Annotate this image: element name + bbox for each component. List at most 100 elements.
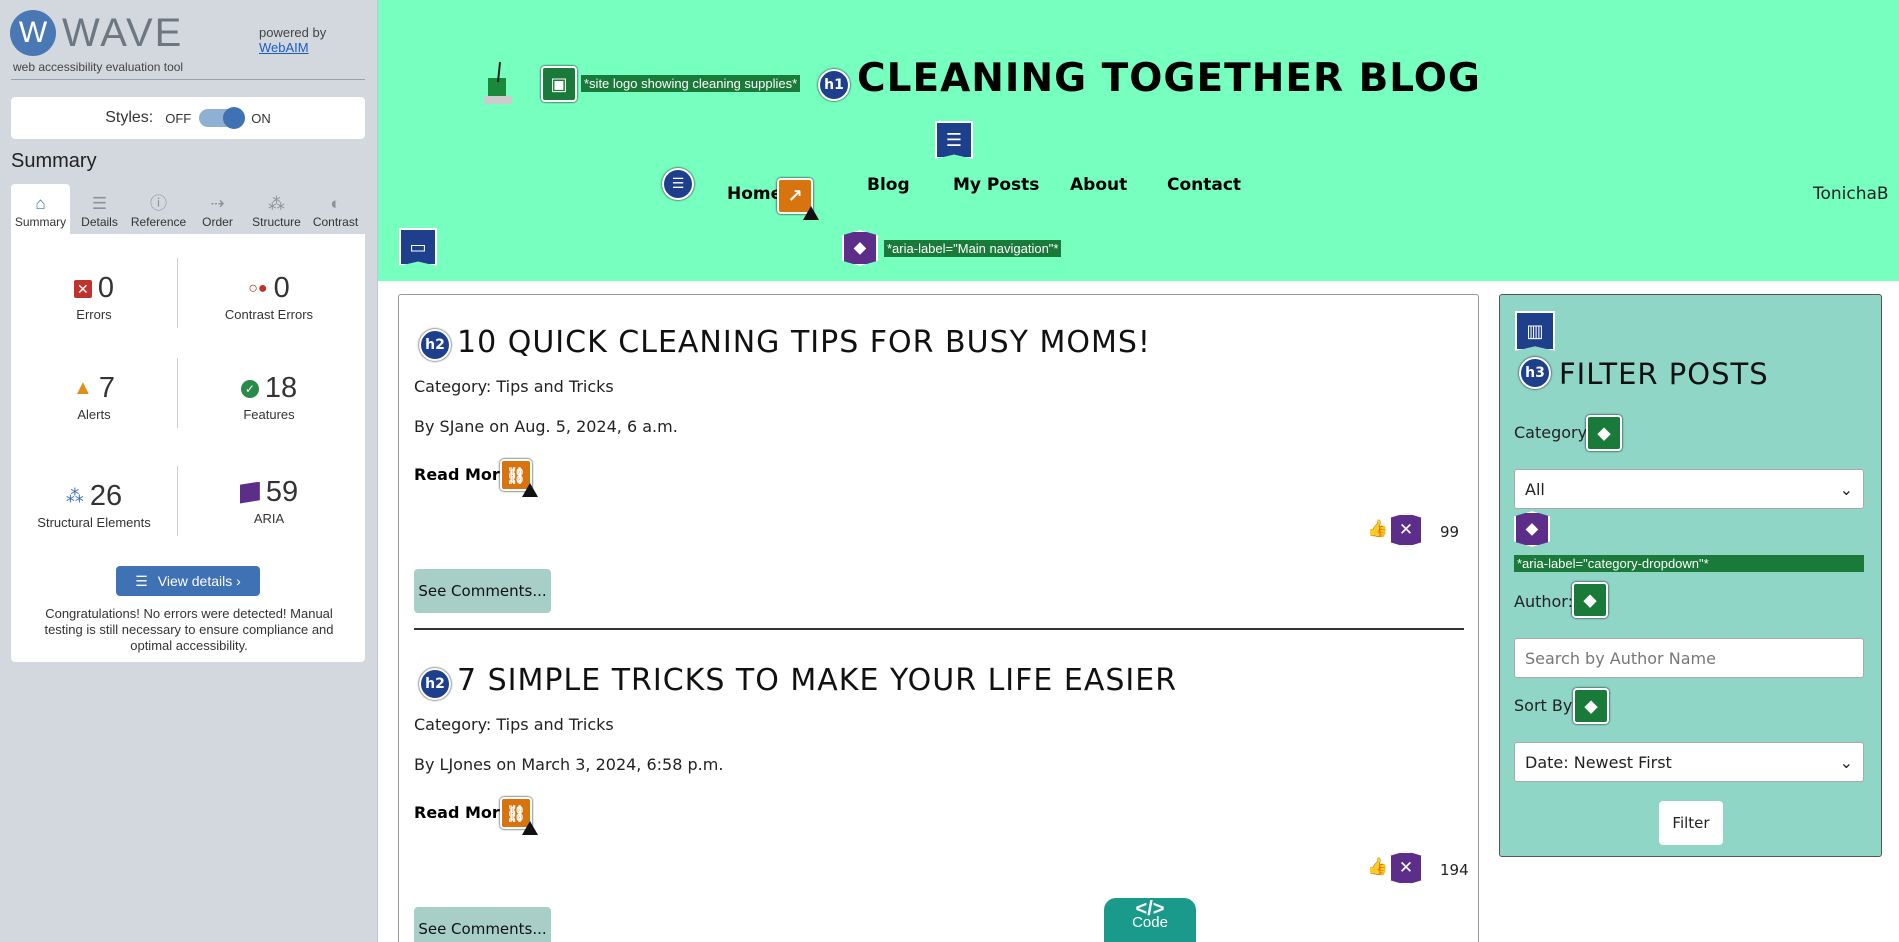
- see-comments-button[interactable]: See Comments...: [414, 569, 551, 613]
- header-region-icon[interactable]: ☰: [935, 121, 973, 159]
- form-label-icon[interactable]: ⬥: [1573, 688, 1609, 724]
- tab-label: Order: [202, 215, 233, 229]
- warning-icon: [522, 821, 538, 835]
- category-select[interactable]: All ⌄: [1514, 469, 1864, 509]
- post-divider: [414, 628, 1464, 630]
- stat-aria[interactable]: 59 ARIA: [189, 476, 349, 526]
- wave-logo-icon: W: [10, 10, 56, 56]
- code-toggle-button[interactable]: </> Code: [1104, 898, 1196, 942]
- nav-contact[interactable]: Contact: [1167, 175, 1241, 195]
- wave-name: WAVE: [62, 10, 184, 55]
- chevron-down-icon: ⌄: [1839, 479, 1853, 499]
- stat-alerts[interactable]: ▲ 7 Alerts: [14, 372, 174, 422]
- divider: [177, 466, 178, 536]
- tab-structure[interactable]: ⁂ Structure: [247, 184, 306, 234]
- heading-h2-icon[interactable]: h2: [419, 329, 451, 361]
- order-icon: ⇢: [210, 194, 225, 213]
- tab-contrast[interactable]: ◐ Contrast: [306, 184, 365, 234]
- styles-toggle[interactable]: [199, 107, 246, 129]
- image-alt-icon[interactable]: ▣: [541, 66, 577, 102]
- tab-label: Reference: [130, 215, 187, 229]
- like-icon[interactable]: 👍: [1367, 519, 1388, 539]
- tab-reference[interactable]: ⓘ Reference: [129, 184, 188, 234]
- read-more-link[interactable]: Read More: [414, 465, 511, 484]
- filter-button[interactable]: Filter: [1659, 801, 1723, 845]
- summary-title: Summary: [11, 150, 97, 172]
- nav-about[interactable]: About: [1070, 175, 1127, 195]
- stat-number: 26: [89, 480, 123, 512]
- post-title: 7 SIMPLE TRICKS TO MAKE YOUR LIFE EASIER: [457, 663, 1178, 698]
- sort-select[interactable]: Date: Newest First ⌄: [1514, 742, 1864, 782]
- sort-label: Sort By:: [1514, 696, 1577, 715]
- stat-label: ARIA: [253, 511, 285, 526]
- form-label-icon[interactable]: ⬥: [1572, 582, 1608, 618]
- tab-label: Structure: [252, 215, 301, 229]
- structure-icon: ⁂: [65, 486, 84, 506]
- form-label-icon[interactable]: ⬥: [1586, 415, 1622, 451]
- divider: [177, 358, 178, 428]
- read-more-link[interactable]: Read More: [414, 803, 511, 822]
- contrast-icon: ◐: [330, 194, 341, 213]
- redundant-link-icon[interactable]: ↗: [777, 178, 819, 220]
- filter-title: FILTER POSTS: [1559, 357, 1769, 391]
- stat-structural[interactable]: ⁂ 26 Structural Elements: [14, 480, 174, 530]
- tab-label: Contrast: [312, 215, 359, 229]
- tab-summary[interactable]: ⌂ Summary: [11, 184, 70, 234]
- see-comments-button[interactable]: See Comments...: [414, 907, 551, 942]
- cleaning-bucket-icon: [484, 61, 512, 104]
- view-details-button[interactable]: ☰ View details ›: [116, 566, 260, 596]
- wave-subtitle: web accessibility evaluation tool: [13, 60, 184, 74]
- aria-label-icon[interactable]: ⬥: [842, 230, 878, 266]
- view-details-label: View details ›: [157, 573, 241, 589]
- stat-number: 7: [98, 372, 115, 404]
- aria-label-icon[interactable]: ⬥: [1514, 511, 1550, 547]
- home-icon: ⌂: [35, 194, 46, 213]
- tab-label: Details: [81, 215, 118, 229]
- wave-logo[interactable]: W WAVE: [10, 10, 183, 56]
- tab-order[interactable]: ⇢ Order: [188, 184, 247, 234]
- wave-sidebar: W WAVE web accessibility evaluation tool…: [0, 0, 378, 942]
- alert-icon: ▲: [73, 377, 93, 399]
- stat-number: 18: [264, 372, 298, 404]
- nav-my-posts[interactable]: My Posts: [953, 175, 1039, 195]
- suspicious-link-icon[interactable]: ⛓: [500, 797, 538, 835]
- like-icon[interactable]: 👍: [1367, 857, 1388, 877]
- congratulations-text: Congratulations! No errors were detected…: [44, 606, 334, 653]
- aside-region-icon[interactable]: ▥: [1515, 311, 1555, 351]
- webaim-link[interactable]: WebAIM: [259, 40, 326, 55]
- info-icon: ⓘ: [150, 194, 167, 213]
- like-count: 194: [1440, 861, 1469, 879]
- author-placeholder: Search by Author Name: [1525, 648, 1716, 668]
- category-select-value: All: [1525, 479, 1545, 499]
- divider: [11, 79, 365, 80]
- user-name[interactable]: TonichaB: [1813, 184, 1889, 204]
- aria-hidden-icon[interactable]: ✕: [1389, 513, 1423, 547]
- aria-hidden-icon[interactable]: ✕: [1389, 851, 1423, 885]
- post-category: Category: Tips and Tricks: [414, 715, 614, 734]
- styles-toggle-bar: Styles: OFF ON: [11, 97, 365, 139]
- sort-select-value: Date: Newest First: [1525, 752, 1672, 772]
- wave-tabs: ⌂ Summary ☰ Details ⓘ Reference ⇢ Order ⁂ Str…: [11, 184, 365, 234]
- code-label: Code: [1132, 914, 1168, 931]
- site-logo[interactable]: [478, 60, 512, 110]
- post-category: Category: Tips and Tricks: [414, 377, 614, 396]
- nav-aria-label: *aria-label="Main navigation"*: [884, 240, 1062, 257]
- stat-features[interactable]: ✓ 18 Features: [189, 372, 349, 422]
- like-count: 99: [1440, 523, 1460, 541]
- stat-contrast-errors[interactable]: ○● 0 Contrast Errors: [189, 272, 349, 322]
- nav-blog[interactable]: Blog: [867, 175, 910, 195]
- heading-h2-icon[interactable]: h2: [419, 668, 451, 700]
- navigation-region-icon[interactable]: ▭: [399, 228, 437, 266]
- nav-home[interactable]: Home: [727, 184, 782, 204]
- tab-details[interactable]: ☰ Details: [70, 184, 129, 234]
- list-icon[interactable]: ☰: [662, 168, 694, 200]
- page-title: CLEANING TOGETHER BLOG: [857, 56, 1481, 101]
- heading-h1-icon[interactable]: h1: [818, 69, 850, 101]
- stat-number: 0: [273, 272, 290, 304]
- error-icon: ✕: [73, 279, 92, 298]
- author-search-input[interactable]: Search by Author Name: [1514, 638, 1864, 678]
- stat-errors[interactable]: ✕ 0 Errors: [14, 272, 174, 322]
- suspicious-link-icon[interactable]: ⛓: [500, 459, 538, 497]
- post-title: 10 QUICK CLEANING TIPS FOR BUSY MOMS!: [457, 325, 1151, 360]
- heading-h3-icon[interactable]: h3: [1519, 357, 1551, 389]
